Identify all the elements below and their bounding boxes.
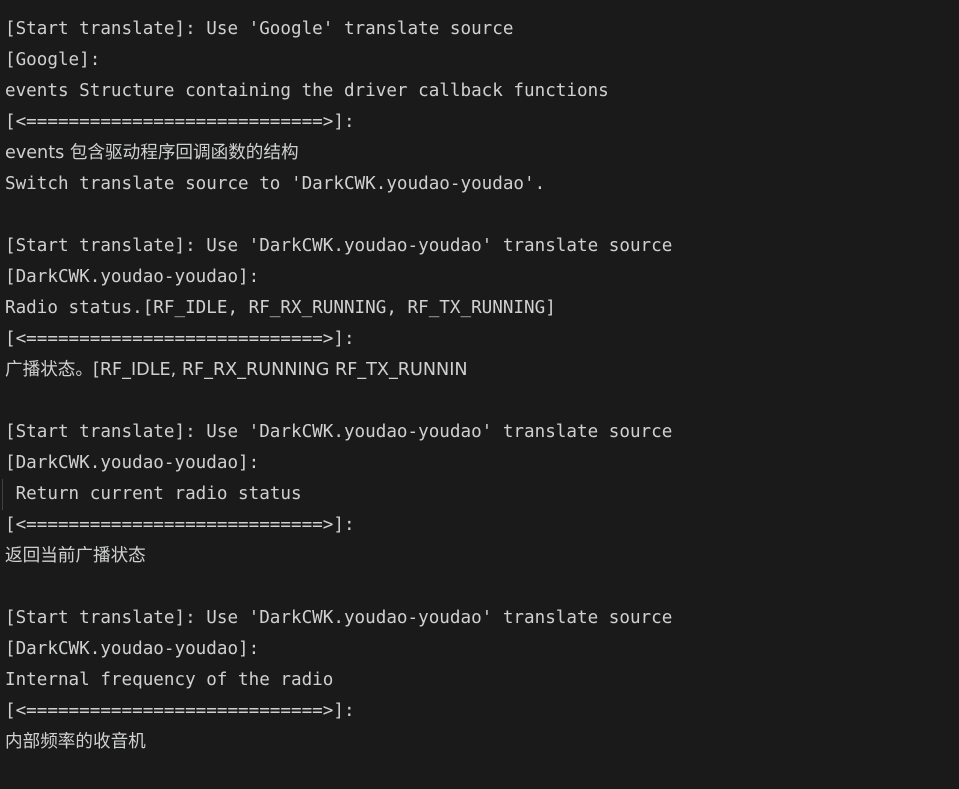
log-line-blank	[0, 386, 959, 417]
log-line: [<============================>]:	[5, 329, 355, 349]
log-line: [Start translate]: Use 'DarkCWK.youdao-y…	[5, 608, 673, 628]
log-line: [Start translate]: Use 'DarkCWK.youdao-y…	[5, 422, 673, 442]
log-line: [DarkCWK.youdao-youdao]:	[5, 453, 260, 473]
log-line: [Start translate]: Use 'Google' translat…	[5, 19, 514, 39]
log-line: Internal frequency of the radio	[5, 670, 334, 690]
log-line: 返回当前广播状态	[5, 546, 146, 566]
log-line: [DarkCWK.youdao-youdao]:	[5, 267, 260, 287]
log-line: [<============================>]:	[5, 701, 355, 721]
log-line: Switch translate source to 'DarkCWK.youd…	[5, 174, 546, 194]
log-line: [<============================>]:	[5, 515, 355, 535]
log-line: events 包含驱动程序回调函数的结构	[5, 143, 299, 163]
log-line: 广播状态。[RF_IDLE, RF_RX_RUNNING RF_TX_RUNNI…	[5, 360, 468, 380]
log-line: events Structure containing the driver c…	[5, 81, 609, 101]
log-line: [Start translate]: Use 'DarkCWK.youdao-y…	[5, 236, 673, 256]
log-line-blank	[0, 200, 959, 231]
log-line-blank	[0, 572, 959, 603]
log-line: Radio status.[RF_IDLE, RF_RX_RUNNING, RF…	[5, 298, 556, 318]
translate-output-panel[interactable]: [Start translate]: Use 'Google' translat…	[0, 0, 959, 789]
log-line: Return current radio status	[0, 479, 959, 510]
log-line: [<============================>]:	[5, 112, 355, 132]
log-line: [DarkCWK.youdao-youdao]:	[5, 639, 260, 659]
log-line: [Google]:	[5, 50, 101, 70]
log-line: 内部频率的收音机	[5, 732, 146, 752]
